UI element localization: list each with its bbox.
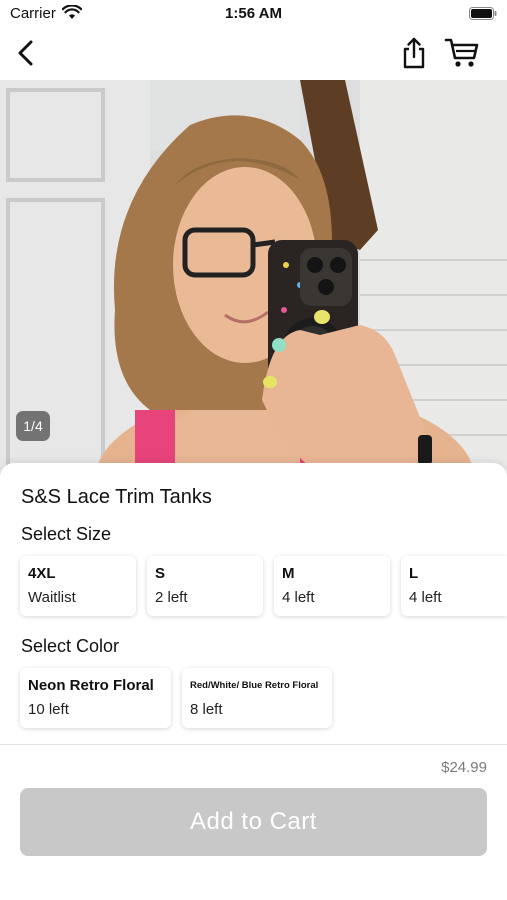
product-price: $24.99 [441, 759, 487, 776]
select-color-label: Select Color [21, 636, 120, 656]
color-option-name: Neon Retro Floral [28, 677, 154, 694]
cart-button[interactable] [443, 36, 481, 70]
color-option-stock: 8 left [190, 701, 223, 718]
add-to-cart-button[interactable]: Add to Cart [20, 788, 487, 856]
size-option-stock: 4 left [409, 589, 442, 606]
color-option-stock: 10 left [28, 701, 69, 718]
battery-icon [469, 7, 497, 20]
size-option-stock: 4 left [282, 589, 315, 606]
color-option-neon-retro-floral[interactable]: Neon Retro Floral 10 left [20, 668, 171, 728]
share-icon [403, 37, 425, 69]
size-option-name: L [409, 565, 419, 582]
size-option-stock: Waitlist [28, 589, 76, 606]
product-sheet: S&S Lace Trim Tanks Select Size 4XL Wait… [0, 463, 507, 900]
product-photo[interactable] [0, 80, 507, 480]
size-option-name: M [282, 565, 295, 582]
product-title: S&S Lace Trim Tanks [21, 486, 212, 508]
color-option-name: Red/White/ Blue Retro Floral [190, 680, 319, 691]
status-bar: Carrier 1:56 AM [0, 0, 507, 28]
size-option-stock: 2 left [155, 589, 188, 606]
back-button[interactable] [10, 36, 40, 70]
nav-bar [0, 28, 507, 78]
size-option-name: 4XL [28, 565, 56, 582]
size-option-s[interactable]: S 2 left [147, 556, 263, 616]
size-option-m[interactable]: M 4 left [274, 556, 390, 616]
image-counter-badge: 1/4 [16, 411, 50, 441]
select-size-label: Select Size [21, 524, 112, 544]
color-option-red-white-blue-retro-floral[interactable]: Red/White/ Blue Retro Floral 8 left [182, 668, 332, 728]
size-option-name: S [155, 565, 166, 582]
divider [0, 744, 507, 745]
status-time: 1:56 AM [225, 5, 282, 22]
cart-icon [444, 38, 479, 67]
chevron-left-icon [18, 40, 33, 66]
size-option-l[interactable]: L 4 left [401, 556, 507, 616]
share-button[interactable] [398, 34, 430, 72]
size-option-4xl[interactable]: 4XL Waitlist [20, 556, 136, 616]
